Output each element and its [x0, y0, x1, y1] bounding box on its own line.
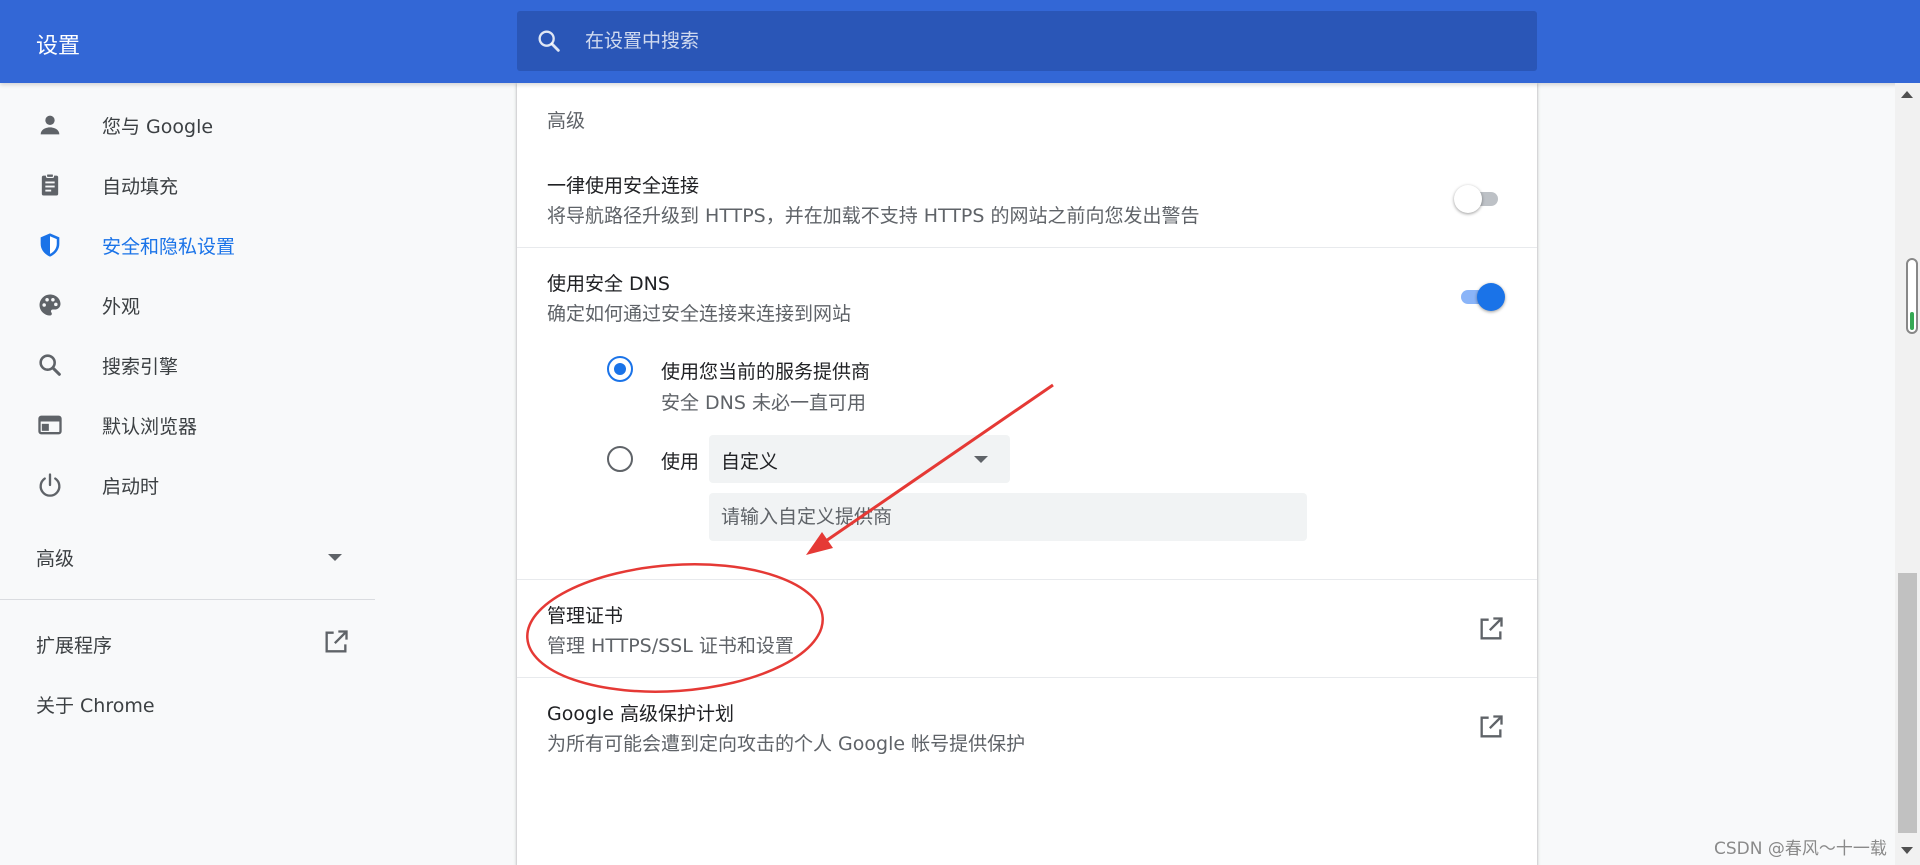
dns-custom-radio[interactable]: [607, 446, 633, 472]
page-scrollbar[interactable]: [1895, 83, 1920, 865]
https-first-toggle[interactable]: [1454, 185, 1502, 213]
sidebar-item-label: 启动时: [102, 476, 160, 498]
sidebar-item-label: 默认浏览器: [102, 416, 198, 438]
sidebar-item-search-engine[interactable]: 搜索引擎: [0, 337, 375, 393]
watermark-text: CSDN @春风～十一载: [1714, 839, 1887, 859]
row-divider: [517, 579, 1537, 580]
section-header: 高级: [547, 110, 586, 132]
search-icon: [39, 354, 61, 376]
chevron-down-icon: [328, 554, 342, 561]
secure-dns-subtitle: 确定如何通过安全连接来连接到网站: [547, 303, 852, 325]
https-first-subtitle: 将导航路径升级到 HTTPS，并在加载不支持 HTTPS 的网站之前向您发出警告: [547, 205, 1200, 227]
manage-certificates-subtitle: 管理 HTTPS/SSL 证书和设置: [547, 635, 794, 657]
open-in-new-icon[interactable]: [1477, 615, 1505, 643]
search-icon: [538, 30, 560, 52]
sidebar-item-label: 外观: [102, 296, 141, 318]
palette-icon: [39, 294, 61, 316]
sidebar-item-default-browser[interactable]: 默认浏览器: [0, 397, 375, 453]
settings-card: 高级 一律使用安全连接 将导航路径升级到 HTTPS，并在加载不支持 HTTPS…: [517, 83, 1537, 865]
dropdown-arrow-icon: [974, 456, 988, 463]
dns-current-provider-note: 安全 DNS 未必一直可用: [661, 392, 866, 414]
toggle-knob: [1454, 185, 1482, 213]
sidebar-item-label: 自动填充: [102, 176, 179, 198]
open-in-new-icon: [325, 630, 348, 653]
manage-certificates-title[interactable]: 管理证书: [547, 601, 623, 628]
sidebar-item-autofill[interactable]: 自动填充: [0, 157, 375, 213]
sidebar-divider: [0, 599, 375, 600]
sidebar-item-label: 您与 Google: [102, 116, 214, 138]
search-input[interactable]: [585, 25, 1485, 57]
advanced-protection-subtitle: 为所有可能会遭到定向攻击的个人 Google 帐号提供保护: [547, 733, 1026, 755]
dns-custom-label: 使用: [661, 451, 700, 473]
dns-provider-value: 自定义: [721, 451, 779, 473]
sidebar-item-extensions[interactable]: 扩展程序: [0, 618, 375, 668]
https-first-title: 一律使用安全连接: [547, 175, 700, 197]
sidebar-item-label: 关于 Chrome: [36, 695, 155, 717]
page-title: 设置: [36, 34, 81, 59]
side-indicator: [1906, 258, 1918, 334]
shield-icon: [40, 233, 60, 257]
sidebar-item-label: 安全和隐私设置: [102, 236, 236, 258]
dns-provider-select[interactable]: 自定义: [709, 435, 1010, 483]
open-in-new-icon[interactable]: [1477, 713, 1505, 741]
toggle-knob: [1477, 283, 1505, 311]
row-divider: [517, 247, 1537, 248]
advanced-protection-title[interactable]: Google 高级保护计划: [547, 699, 734, 726]
clipboard-icon: [41, 173, 59, 196]
sidebar-advanced-label: 高级: [36, 548, 75, 570]
sidebar-item-on-startup[interactable]: 启动时: [0, 457, 375, 513]
dns-current-provider-label: 使用您当前的服务提供商: [661, 361, 871, 383]
browser-window-icon: [38, 415, 62, 435]
secure-dns-toggle[interactable]: [1457, 283, 1505, 311]
sidebar-item-appearance[interactable]: 外观: [0, 277, 375, 333]
sidebar-item-privacy-security[interactable]: 安全和隐私设置: [0, 217, 375, 273]
sidebar-item-you-and-google[interactable]: 您与 Google: [0, 97, 375, 153]
side-indicator-fill: [1910, 312, 1914, 330]
dns-current-provider-radio[interactable]: [607, 356, 633, 382]
sidebar-item-about-chrome[interactable]: 关于 Chrome: [0, 678, 375, 728]
scroll-down-arrow-icon[interactable]: [1901, 847, 1913, 854]
power-icon: [39, 473, 61, 497]
person-icon: [40, 115, 60, 135]
scrollbar-thumb[interactable]: [1898, 573, 1917, 833]
sidebar-item-label: 扩展程序: [36, 635, 113, 657]
sidebar: 您与 Google 自动填充 安全和隐私设置 外观 搜索引擎 默认浏览器 启动时…: [0, 83, 375, 865]
top-bar: 设置: [0, 0, 1920, 83]
sidebar-item-label: 搜索引擎: [102, 356, 179, 378]
row-divider: [517, 677, 1537, 678]
search-box[interactable]: [517, 11, 1537, 71]
scroll-up-arrow-icon[interactable]: [1901, 91, 1913, 98]
secure-dns-title: 使用安全 DNS: [547, 273, 670, 295]
custom-dns-input[interactable]: [709, 493, 1307, 541]
sidebar-advanced-toggle[interactable]: 高级: [0, 529, 375, 585]
